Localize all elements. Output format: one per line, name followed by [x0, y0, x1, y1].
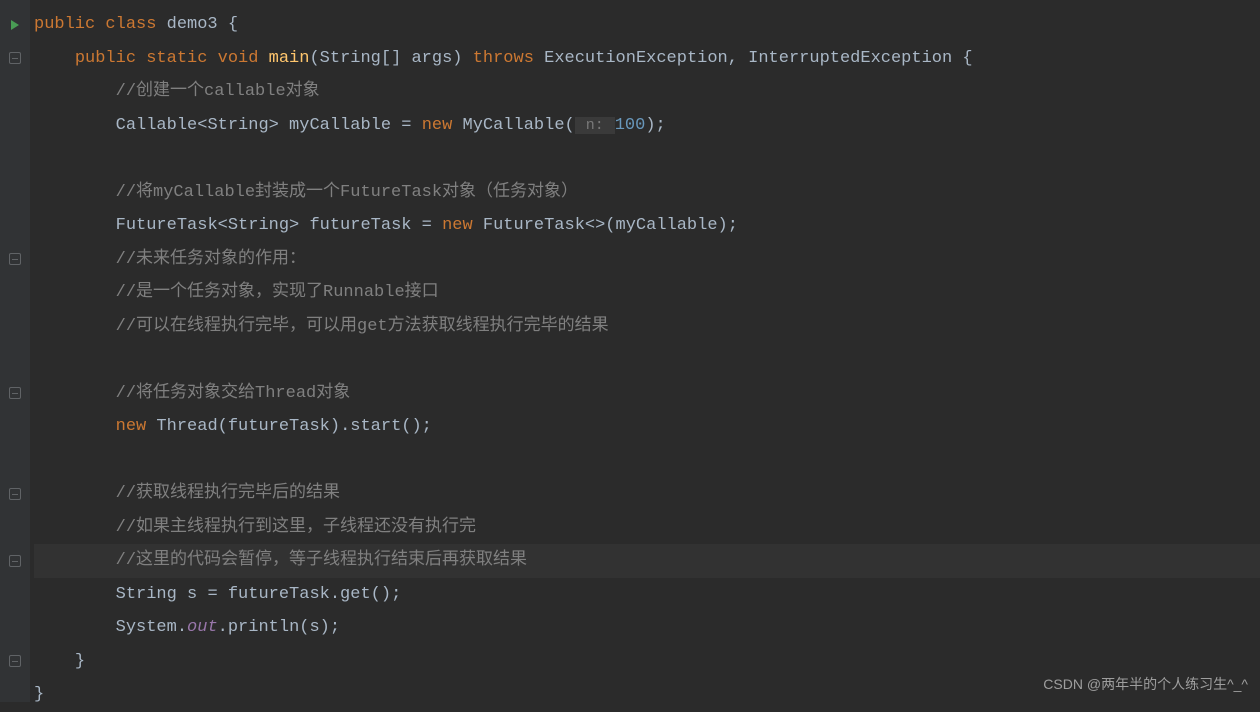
watermark-text: CSDN @两年半的个人练习生^_^ — [1043, 674, 1248, 694]
keyword: throws — [463, 49, 534, 68]
code-content[interactable]: public class demo3 { public static void … — [30, 0, 1260, 702]
comment: //创建一个callable对象 — [116, 82, 320, 101]
brace: } — [75, 652, 85, 671]
code-line[interactable]: public static void main(String[] args) t… — [34, 42, 1260, 76]
code-text: String s = futureTask.get(); — [116, 585, 402, 604]
params: (String[] args) — [309, 49, 462, 68]
keyword: public class — [34, 15, 156, 34]
comment: //将任务对象交给Thread对象 — [116, 384, 351, 403]
code-line[interactable]: //创建一个callable对象 — [34, 75, 1260, 109]
gutter-blank — [0, 511, 30, 545]
keyword: new — [116, 417, 147, 436]
keyword: new — [422, 116, 453, 135]
gutter-fold-icon[interactable] — [0, 377, 30, 411]
code-text: Thread(futureTask).start(); — [146, 417, 432, 436]
exceptions: ExecutionException, InterruptedException… — [534, 49, 973, 68]
code-line[interactable]: //将myCallable封装成一个FutureTask对象（任务对象） — [34, 176, 1260, 210]
code-line[interactable]: //获取线程执行完毕后的结果 — [34, 477, 1260, 511]
code-line-active[interactable]: //这里的代码会暂停，等子线程执行结束后再获取结果 — [34, 544, 1260, 578]
code-text: FutureTask<String> futureTask = — [116, 216, 442, 235]
gutter-blank — [0, 142, 30, 176]
code-line[interactable]: String s = futureTask.get(); — [34, 578, 1260, 612]
code-editor[interactable]: public class demo3 { public static void … — [0, 0, 1260, 702]
code-line[interactable] — [34, 444, 1260, 478]
class-name: demo3 { — [156, 15, 238, 34]
gutter-run-icon[interactable] — [0, 8, 30, 42]
code-text: ); — [645, 116, 665, 135]
code-text: MyCallable( — [452, 116, 574, 135]
keyword: new — [442, 216, 473, 235]
gutter-blank — [0, 611, 30, 645]
comment: //未来任务对象的作用： — [116, 250, 306, 269]
comment: //这里的代码会暂停，等子线程执行结束后再获取结果 — [116, 551, 527, 570]
method-name: main — [258, 49, 309, 68]
code-line[interactable] — [34, 142, 1260, 176]
gutter-blank — [0, 410, 30, 444]
code-line[interactable]: //如果主线程执行到这里，子线程还没有执行完 — [34, 511, 1260, 545]
code-line[interactable]: Callable<String> myCallable = new MyCall… — [34, 109, 1260, 143]
code-line[interactable]: System.out.println(s); — [34, 611, 1260, 645]
gutter-blank — [0, 176, 30, 210]
gutter-blank — [0, 276, 30, 310]
code-line[interactable]: //将任务对象交给Thread对象 — [34, 377, 1260, 411]
code-line[interactable]: } — [34, 645, 1260, 679]
code-text: .println(s); — [218, 618, 340, 637]
comment: //是一个任务对象，实现了Runnable接口 — [116, 283, 439, 302]
code-text: FutureTask<>(myCallable); — [473, 216, 738, 235]
param-hint: n: — [575, 117, 615, 134]
keyword: public static void — [75, 49, 259, 68]
gutter-blank — [0, 109, 30, 143]
comment: //将myCallable封装成一个FutureTask对象（任务对象） — [116, 183, 578, 202]
code-text: System. — [116, 618, 187, 637]
comment: //获取线程执行完毕后的结果 — [116, 484, 340, 503]
gutter-fold-icon[interactable] — [0, 243, 30, 277]
gutter-fold-icon[interactable] — [0, 42, 30, 76]
code-line[interactable]: FutureTask<String> futureTask = new Futu… — [34, 209, 1260, 243]
gutter-blank — [0, 444, 30, 478]
code-line[interactable] — [34, 343, 1260, 377]
brace: } — [34, 685, 44, 704]
comment: //可以在线程执行完毕，可以用get方法获取线程执行完毕的结果 — [116, 317, 609, 336]
gutter-blank — [0, 209, 30, 243]
code-text: Callable<String> myCallable = — [116, 116, 422, 135]
gutter-blank — [0, 310, 30, 344]
editor-gutter — [0, 0, 30, 702]
number-literal: 100 — [615, 116, 646, 135]
code-line[interactable]: public class demo3 { — [34, 8, 1260, 42]
static-field: out — [187, 618, 218, 637]
code-line[interactable]: new Thread(futureTask).start(); — [34, 410, 1260, 444]
gutter-fold-icon[interactable] — [0, 544, 30, 578]
gutter-blank — [0, 578, 30, 612]
code-line[interactable]: //可以在线程执行完毕，可以用get方法获取线程执行完毕的结果 — [34, 310, 1260, 344]
gutter-fold-icon[interactable] — [0, 477, 30, 511]
comment: //如果主线程执行到这里，子线程还没有执行完 — [116, 518, 476, 537]
code-line[interactable]: //是一个任务对象，实现了Runnable接口 — [34, 276, 1260, 310]
code-line[interactable]: //未来任务对象的作用： — [34, 243, 1260, 277]
gutter-blank — [0, 343, 30, 377]
gutter-fold-icon[interactable] — [0, 645, 30, 679]
gutter-blank — [0, 75, 30, 109]
